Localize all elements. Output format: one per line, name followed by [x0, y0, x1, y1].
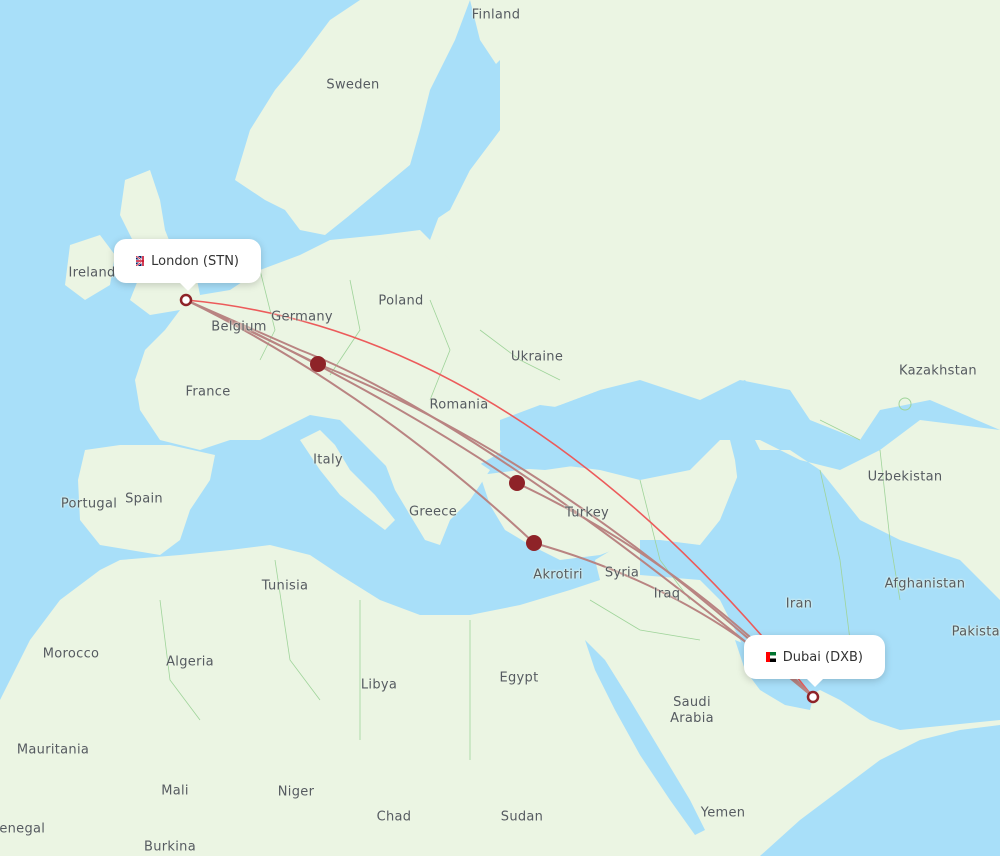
country-label-poland: Poland	[378, 293, 424, 309]
destination-airport-marker[interactable]	[806, 690, 820, 704]
route-via-munich-b	[317, 363, 814, 698]
country-label-ireland: Ireland	[68, 265, 116, 281]
country-label-morocco: Morocco	[42, 646, 100, 662]
country-label-mauritania: Mauritania	[16, 742, 90, 758]
country-label-iran: Iran	[785, 596, 813, 612]
country-label-niger: Niger	[277, 784, 315, 800]
country-label-romania: Romania	[429, 397, 489, 413]
country-label-uzbekistan: Uzbekistan	[867, 469, 943, 485]
uk-flag-icon	[136, 256, 145, 266]
country-label-syria: Syria	[604, 565, 640, 581]
origin-airport-marker[interactable]	[179, 293, 193, 307]
country-label-egypt: Egypt	[499, 670, 539, 686]
country-label-germany: Germany	[271, 309, 333, 325]
country-label-france: France	[185, 384, 231, 400]
route-segment-london-antalya	[185, 299, 535, 544]
country-label-burkina: Burkina	[144, 839, 196, 855]
route-via-munich-a	[185, 299, 814, 698]
country-label-belgium: Belgium	[211, 319, 267, 335]
country-label-kazakhstan: Kazakhstan	[899, 363, 977, 379]
stopover-marker-antalya[interactable]	[526, 535, 542, 551]
routes-layer	[179, 293, 820, 704]
country-label-italy: Italy	[313, 452, 343, 468]
country-label-saudi-arabia: Saudi Arabia	[670, 695, 714, 726]
stopover-marker-istanbul[interactable]	[509, 475, 525, 491]
country-label-sudan: Sudan	[500, 809, 544, 825]
country-label-pakistan: Pakistan	[951, 624, 1000, 640]
uae-flag-icon	[766, 652, 776, 662]
country-label-senegal: Senegal	[0, 821, 46, 837]
country-label-sweden: Sweden	[326, 77, 380, 93]
country-label-turkey: Turkey	[564, 505, 610, 521]
country-label-greece: Greece	[408, 504, 458, 520]
flight-route-map[interactable]: Finland Sweden Ireland Poland Germany Belgium…	[0, 0, 1000, 856]
stopover-marker-munich[interactable]	[310, 356, 326, 372]
origin-airport-label: London (STN)	[151, 253, 239, 269]
route-direct	[185, 299, 814, 698]
country-label-spain: Spain	[125, 491, 163, 507]
country-label-yemen: Yemen	[700, 805, 746, 821]
country-label-mali: Mali	[161, 783, 189, 799]
country-label-algeria: Algeria	[166, 654, 214, 670]
origin-airport-popup[interactable]: London (STN)	[114, 239, 261, 291]
destination-airport-popup[interactable]: Dubai (DXB)	[744, 635, 885, 687]
destination-airport-label: Dubai (DXB)	[782, 649, 863, 665]
country-label-portugal: Portugal	[60, 496, 118, 512]
country-label-afghanistan: Afghanistan	[884, 576, 966, 592]
country-label-ukraine: Ukraine	[510, 349, 564, 365]
country-label-iraq: Iraq	[653, 586, 681, 602]
country-label-tunisia: Tunisia	[261, 578, 309, 594]
country-label-akrotiri: Akrotiri	[533, 567, 583, 583]
country-label-finland: Finland	[471, 7, 521, 23]
country-label-chad: Chad	[376, 809, 412, 825]
country-label-libya: Libya	[360, 677, 398, 693]
